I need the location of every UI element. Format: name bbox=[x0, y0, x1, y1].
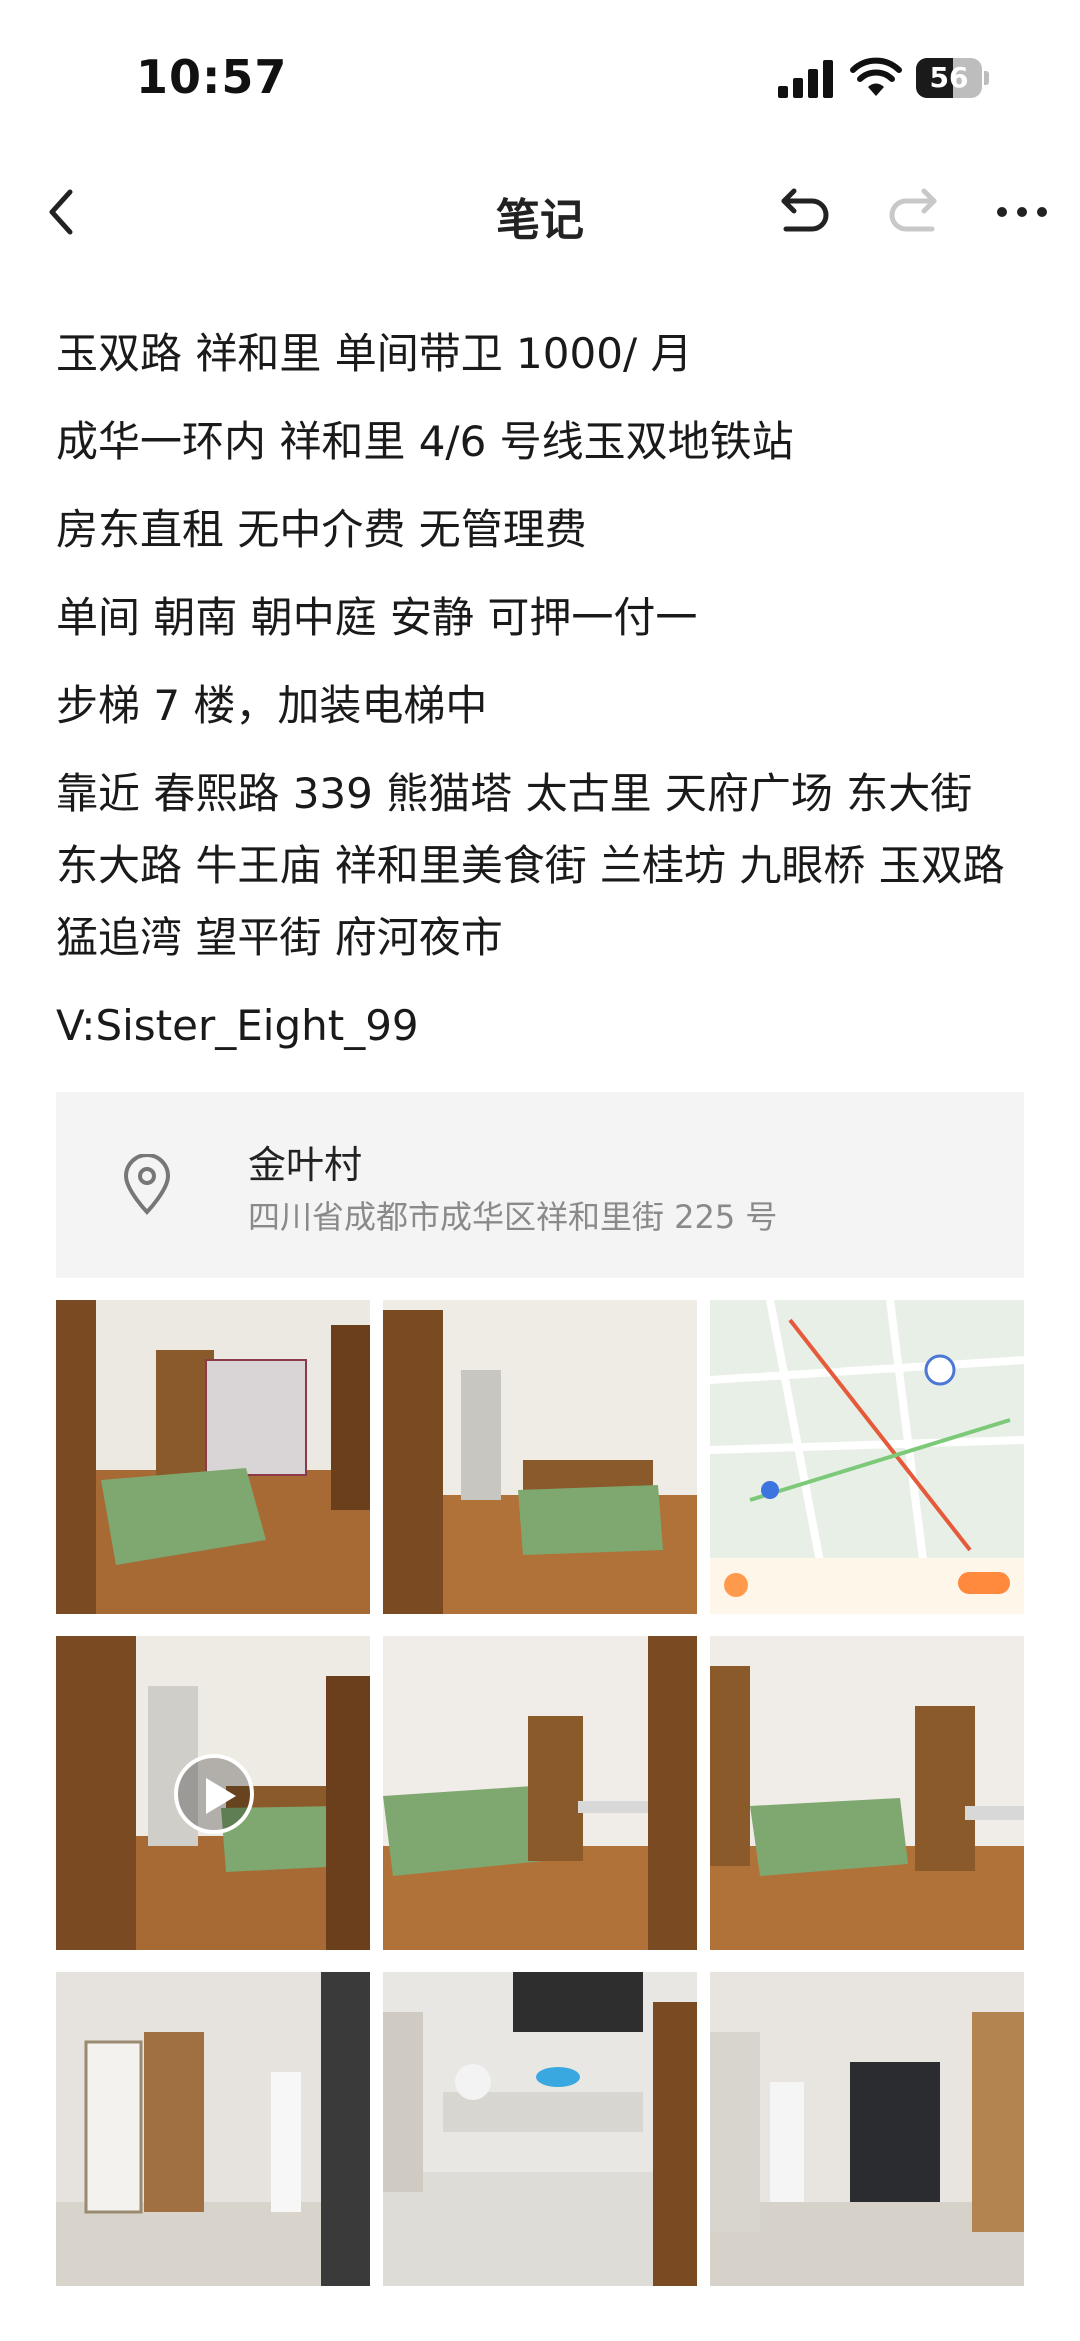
photo-thumbnail[interactable] bbox=[710, 1972, 1024, 2286]
photo-thumbnail[interactable] bbox=[56, 1972, 370, 2286]
photo-thumbnail[interactable] bbox=[383, 1972, 697, 2286]
redo-icon bbox=[889, 188, 937, 232]
photo-thumbnail[interactable] bbox=[383, 1636, 697, 1950]
more-button[interactable] bbox=[990, 180, 1054, 244]
note-line: V:Sister_Eight_99 bbox=[56, 1001, 419, 1050]
room-photo bbox=[383, 1300, 697, 1614]
room-photo bbox=[56, 1300, 370, 1614]
photo-thumbnail[interactable] bbox=[710, 1636, 1024, 1950]
room-photo bbox=[710, 1972, 1024, 2286]
status-bar: 10:57 56 bbox=[0, 0, 1080, 150]
undo-button[interactable] bbox=[772, 180, 836, 244]
location-name: 金叶村 bbox=[248, 1143, 363, 1187]
map-thumbnail[interactable] bbox=[710, 1300, 1024, 1614]
map-image bbox=[710, 1300, 1024, 1614]
redo-button[interactable] bbox=[882, 180, 946, 244]
photo-thumbnail[interactable] bbox=[56, 1300, 370, 1614]
note-line: 成华一环内 祥和里 4/6 号线玉双地铁站 bbox=[56, 417, 794, 466]
undo-icon bbox=[781, 188, 829, 232]
location-card[interactable]: 金叶村 四川省成都市成华区祥和里街 225 号 bbox=[56, 1092, 1024, 1278]
location-address: 四川省成都市成华区祥和里街 225 号 bbox=[248, 1198, 778, 1236]
note-line: 玉双路 祥和里 单间带卫 1000/ 月 bbox=[56, 329, 693, 378]
location-pin-icon bbox=[123, 1154, 171, 1215]
kitchen-photo bbox=[383, 1972, 697, 2286]
play-icon[interactable] bbox=[174, 1754, 254, 1834]
video-thumbnail[interactable] bbox=[56, 1636, 370, 1950]
note-line: 步梯 7 楼，加装电梯中 bbox=[56, 681, 488, 730]
room-photo bbox=[710, 1636, 1024, 1950]
wifi-icon bbox=[850, 57, 902, 96]
more-icon bbox=[997, 207, 1047, 217]
chevron-left-icon bbox=[49, 189, 73, 235]
battery-level: 56 bbox=[929, 61, 969, 94]
note-body[interactable]: 玉双路 祥和里 单间带卫 1000/ 月 成华一环内 祥和里 4/6 号线玉双地… bbox=[56, 318, 1026, 1078]
nav-bar: 笔记 bbox=[0, 160, 1080, 260]
note-line: 单间 朝南 朝中庭 安静 可押一付一 bbox=[56, 593, 698, 642]
battery-icon: 56 bbox=[916, 58, 990, 98]
back-button[interactable] bbox=[30, 180, 94, 244]
cellular-signal-icon bbox=[778, 60, 833, 98]
status-time: 10:57 bbox=[136, 50, 288, 104]
note-line: 房东直租 无中介费 无管理费 bbox=[56, 505, 587, 554]
note-line: 靠近 春熙路 339 熊猫塔 太古里 天府广场 东大街 东大路 牛王庙 祥和里美… bbox=[56, 769, 1005, 962]
room-photo bbox=[383, 1636, 697, 1950]
photo-thumbnail[interactable] bbox=[383, 1300, 697, 1614]
room-photo bbox=[56, 1972, 370, 2286]
